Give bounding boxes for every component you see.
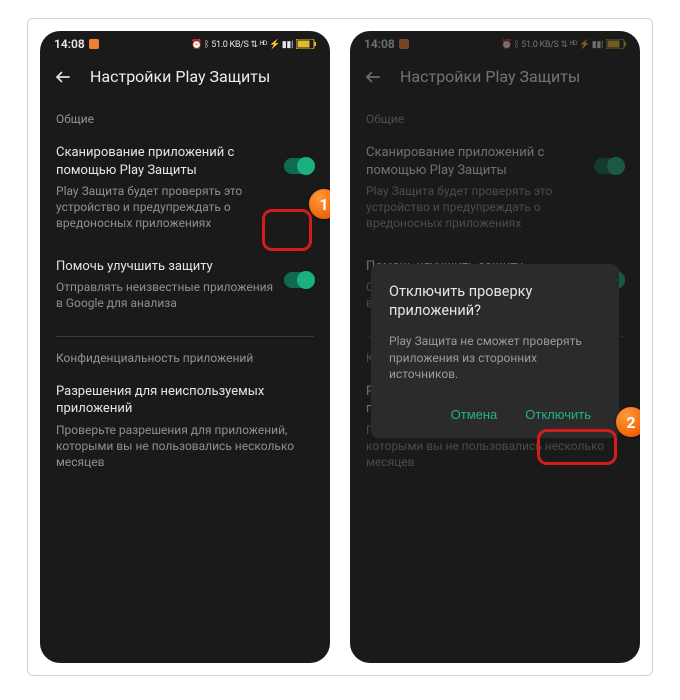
battery-icon — [296, 39, 316, 49]
section-general-label: Общие — [56, 112, 314, 126]
setting-title: Помочь улучшить защиту — [56, 258, 274, 276]
improve-protection-toggle[interactable] — [284, 272, 314, 288]
status-clock: 14:08 — [54, 37, 85, 51]
dialog-cancel-button[interactable]: Отмена — [441, 399, 508, 430]
screenshot-pair: 14:08 ⏰ ᛒ 51.0 KB/S ⇅ ᴴᴰ ⚡ ▮▮| Настройки… — [27, 18, 653, 676]
app-header: Настройки Play Защиты — [40, 57, 330, 96]
status-indicators: ⏰ ᛒ 51.0 KB/S ⇅ ᴴᴰ ⚡ ▮▮| — [191, 39, 293, 50]
setting-desc: Проверьте разрешения для приложений, кот… — [56, 422, 314, 471]
phone-screen-1: 14:08 ⏰ ᛒ 51.0 KB/S ⇅ ᴴᴰ ⚡ ▮▮| Настройки… — [40, 31, 330, 663]
page-title: Настройки Play Защиты — [90, 67, 270, 86]
divider — [56, 336, 314, 337]
setting-desc: Отправлять неизвестные приложения в Goog… — [56, 279, 274, 311]
section-privacy-label: Конфиденциальность приложений — [56, 351, 314, 365]
setting-improve-protection[interactable]: Помочь улучшить защиту Отправлять неизве… — [56, 246, 314, 326]
confirm-dialog: Отключить проверку приложений? Play Защи… — [371, 264, 619, 439]
scan-apps-toggle[interactable] — [284, 158, 314, 174]
setting-title: Разрешения для неиспользуемых приложений — [56, 383, 314, 418]
back-arrow-icon[interactable] — [54, 68, 72, 86]
phone-screen-2: 14:08 ⏰ ᛒ 51.0 KB/S ⇅ ᴴᴰ ⚡ ▮▮| Настройки… — [350, 31, 640, 663]
setting-desc: Play Защита будет проверять это устройст… — [56, 183, 274, 232]
status-bar: 14:08 ⏰ ᛒ 51.0 KB/S ⇅ ᴴᴰ ⚡ ▮▮| — [40, 31, 330, 57]
dialog-actions: Отмена Отключить — [389, 399, 601, 430]
settings-content: Общие Сканирование приложений с помощью … — [40, 96, 330, 484]
setting-title: Сканирование приложений с помощью Play З… — [56, 144, 274, 179]
dialog-body: Play Защита не сможет проверять приложен… — [389, 333, 601, 383]
dialog-title: Отключить проверку приложений? — [389, 282, 601, 321]
setting-unused-permissions[interactable]: Разрешения для неиспользуемых приложений… — [56, 371, 314, 485]
setting-scan-apps[interactable]: Сканирование приложений с помощью Play З… — [56, 132, 314, 246]
dialog-confirm-button[interactable]: Отключить — [515, 399, 601, 430]
notification-icon — [89, 39, 99, 49]
dialog-scrim: Отключить проверку приложений? Play Защи… — [350, 31, 640, 663]
